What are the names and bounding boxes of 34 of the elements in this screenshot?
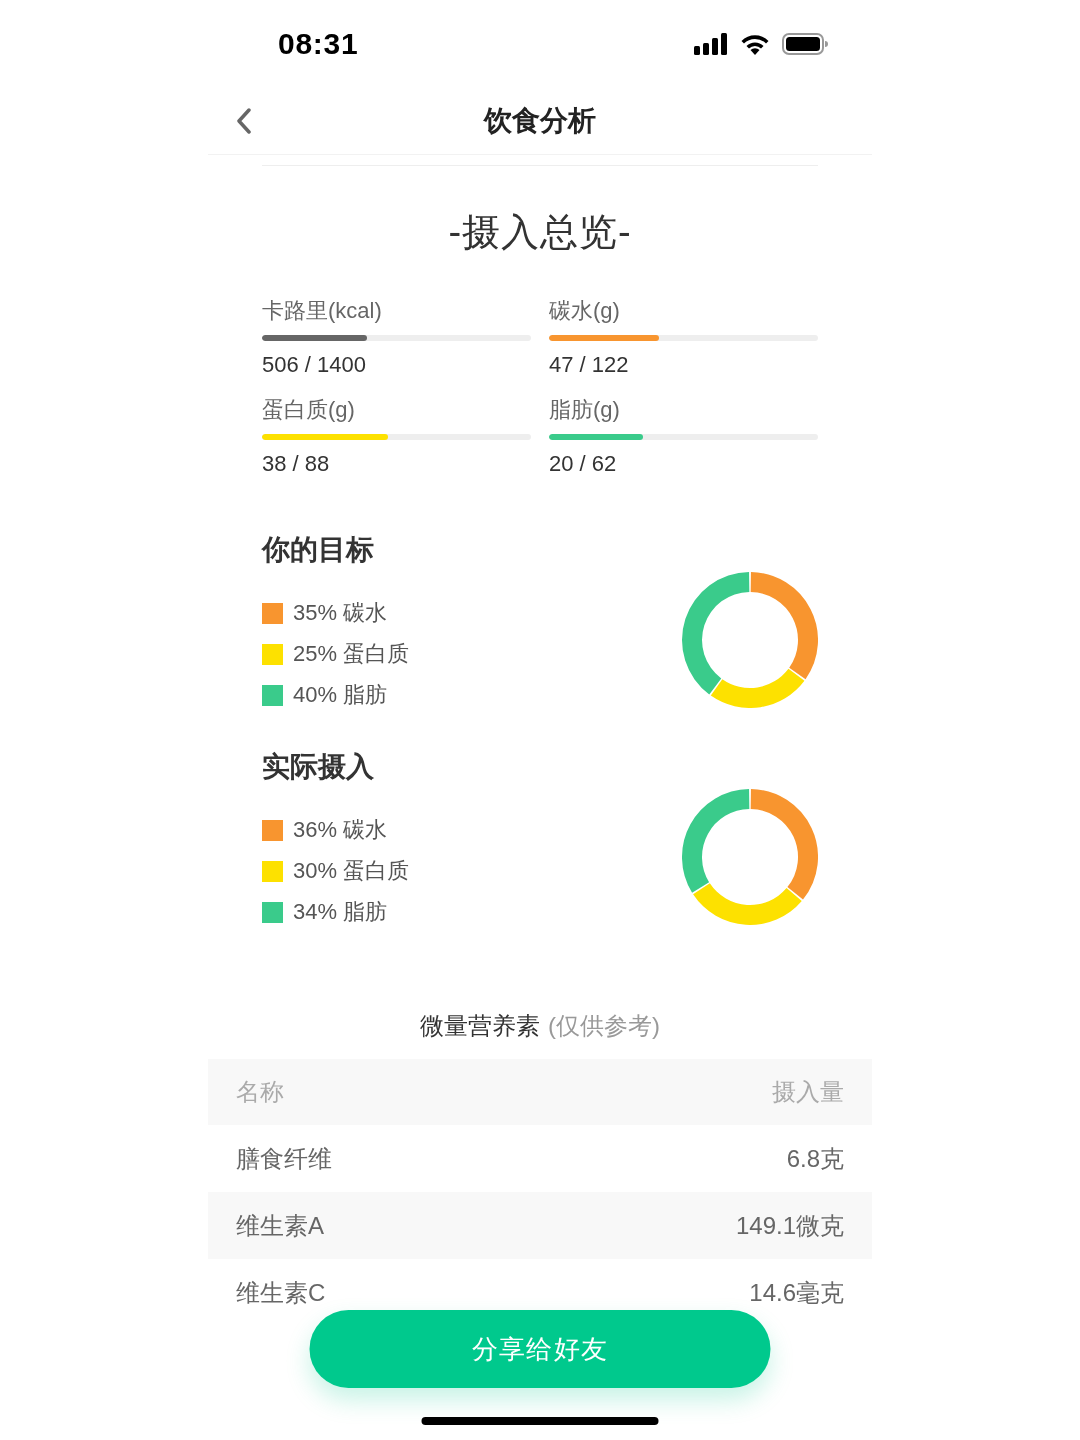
chevron-left-icon <box>236 108 252 134</box>
metric-label: 蛋白质(g) <box>262 397 355 423</box>
table-cell: 6.8克 <box>786 1144 844 1173</box>
metric-label: 脂肪(g) <box>549 397 620 423</box>
legend-label: 30% 蛋白质 <box>293 858 410 884</box>
section-title: 实际摄入 <box>262 750 374 784</box>
legend-label: 25% 蛋白质 <box>293 641 410 667</box>
page-title: 饮食分析 <box>484 104 596 138</box>
metric-label: 卡路里(kcal) <box>262 298 382 324</box>
legend-label: 34% 脂肪 <box>293 899 388 925</box>
metric-value: 20 / 62 <box>549 451 617 477</box>
metric-value: 38 / 88 <box>262 451 330 477</box>
table-cell: 膳食纤维 <box>236 1144 332 1173</box>
legend-label: 36% 碳水 <box>293 817 388 843</box>
micronutrients-title: 微量营养素 <box>420 1011 540 1041</box>
column-header: 摄入量 <box>772 1077 844 1107</box>
metric-value: 47 / 122 <box>549 352 629 378</box>
wifi-icon <box>740 33 770 55</box>
signal-icon <box>694 33 728 55</box>
micronutrients-note: (仅供参考) <box>548 1011 660 1041</box>
table-cell: 14.6毫克 <box>749 1278 844 1307</box>
metric-value: 506 / 1400 <box>262 352 366 378</box>
legend-label: 40% 脂肪 <box>293 682 388 708</box>
battery-icon <box>782 33 828 55</box>
table-cell: 维生素A <box>236 1211 324 1240</box>
legend-label: 35% 碳水 <box>293 600 388 626</box>
overview-title: -摄入总览- <box>448 210 632 255</box>
section-title: 你的目标 <box>262 533 374 567</box>
table-cell: 维生素C <box>236 1278 326 1307</box>
metric-label: 碳水(g) <box>549 298 620 324</box>
status-time: 08:31 <box>278 26 359 62</box>
table-cell: 149.1微克 <box>735 1211 844 1240</box>
share-button[interactable]: 分享给好友 <box>309 1310 771 1388</box>
column-header: 名称 <box>236 1077 284 1107</box>
